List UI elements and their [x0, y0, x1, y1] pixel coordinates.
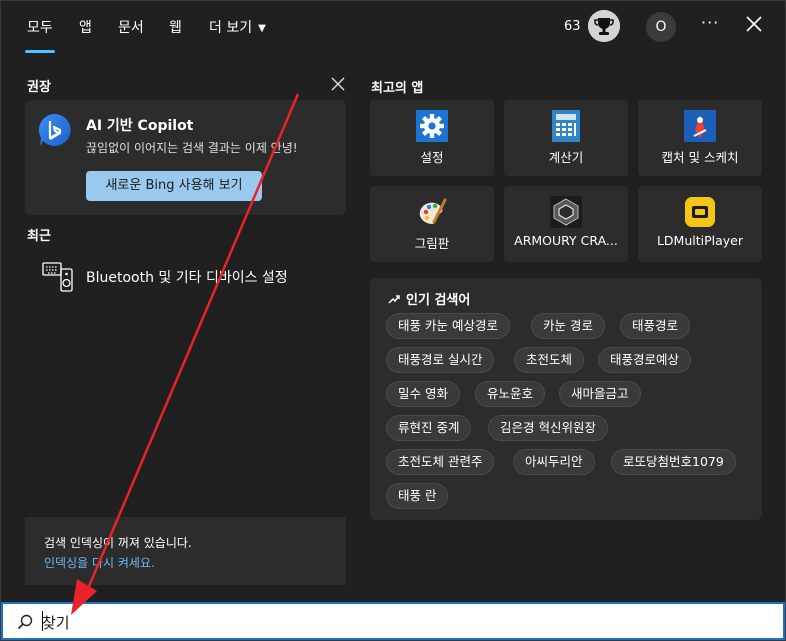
avatar[interactable]: O [646, 12, 676, 42]
tab-web-label: 웹 [169, 20, 182, 36]
copilot-title: AI 기반 Copilot [86, 118, 194, 134]
app-tile-calculator[interactable]: 계산기 [504, 100, 628, 176]
app-label: 설정 [420, 150, 444, 165]
copilot-card: AI 기반 Copilot 끊임없이 이어지는 검색 결과는 이제 안녕! 새로… [25, 100, 346, 215]
tab-apps-label: 앱 [79, 20, 92, 36]
trending-chip[interactable]: 태풍 카눈 예상경로 [386, 313, 510, 339]
app-tile-paint[interactable]: 그림판 [370, 186, 494, 262]
more-options-button[interactable]: ··· [701, 13, 719, 32]
trending-chip[interactable]: 태풍경로 [620, 313, 691, 339]
app-tile-settings[interactable]: 설정 [370, 100, 494, 176]
ldmultiplayer-icon [684, 196, 716, 228]
paint-palette-icon [416, 196, 448, 228]
trending-chip[interactable]: 카눈 경로 [531, 313, 605, 339]
indexing-off-banner: 검색 인덱싱이 꺼져 있습니다. 인덱싱을 다시 켜세요. [25, 517, 346, 585]
settings-gear-icon [416, 110, 448, 142]
search-box[interactable]: 찾기 [1, 602, 785, 640]
app-label: ARMOURY CRA... [514, 233, 618, 248]
tab-all[interactable]: 모두 [25, 17, 55, 53]
top-navigation: 모두 앱 문서 웹 더 보기 ▼ 63 O ··· [1, 1, 785, 53]
recent-item-label: Bluetooth 및 기타 디바이스 설정 [86, 270, 288, 286]
tab-more-label: 더 보기 [209, 20, 253, 36]
tab-more[interactable]: 더 보기 ▼ [209, 17, 266, 53]
armoury-crate-icon [550, 196, 582, 228]
rewards-trophy-icon[interactable] [588, 10, 620, 42]
rewards-points: 63 [564, 19, 581, 34]
recent-title: 최근 [27, 229, 51, 244]
tab-all-label: 모두 [27, 20, 53, 36]
trending-chip[interactable]: 유노윤호 [475, 381, 546, 407]
app-tile-ldmultiplayer[interactable]: LDMultiPlayer [638, 186, 762, 262]
keyboard-speaker-icon [41, 259, 75, 293]
copilot-description: 끊임없이 이어지는 검색 결과는 이제 안녕! [86, 141, 298, 155]
try-bing-button[interactable]: 새로운 Bing 사용해 보기 [86, 171, 262, 201]
tab-documents[interactable]: 문서 [118, 17, 144, 53]
close-icon[interactable] [744, 14, 764, 34]
app-label: 계산기 [548, 150, 584, 165]
calculator-icon [550, 110, 582, 142]
app-tile-armoury-crate[interactable]: ARMOURY CRA... [504, 186, 628, 262]
chevron-down-icon: ▼ [258, 23, 266, 34]
trending-chip[interactable]: 태풍경로예상 [598, 347, 692, 373]
trending-chip[interactable]: 초전도체 관련주 [386, 449, 495, 475]
indexing-message: 검색 인덱싱이 꺼져 있습니다. [44, 536, 192, 550]
trending-chip[interactable]: 김은경 혁신위원장 [488, 415, 608, 441]
tab-documents-label: 문서 [118, 20, 144, 36]
avatar-initial: O [655, 19, 667, 35]
trending-chip[interactable]: 류현진 중계 [386, 415, 472, 441]
trending-arrow-icon [388, 293, 400, 308]
tab-web[interactable]: 웹 [169, 17, 182, 53]
trending-title-label: 인기 검색어 [406, 293, 471, 308]
trending-chip[interactable]: 초전도체 [514, 347, 585, 373]
search-icon [17, 614, 33, 630]
enable-indexing-link[interactable]: 인덱싱을 다시 켜세요. [44, 554, 155, 571]
search-window: 모두 앱 문서 웹 더 보기 ▼ 63 O ··· 권장 AI 기반 Copil… [0, 0, 786, 641]
bing-chat-icon [37, 112, 73, 148]
app-label: LDMultiPlayer [656, 233, 744, 248]
trending-chip[interactable]: 아씨두리안 [513, 449, 595, 475]
search-input[interactable]: 찾기 [42, 612, 70, 633]
recommended-title: 권장 [27, 80, 51, 95]
top-apps-title: 최고의 앱 [371, 81, 424, 96]
app-label: 그림판 [414, 236, 450, 251]
more-options-icon: ··· [701, 13, 720, 32]
app-tile-snip-sketch[interactable]: 캡처 및 스케치 [638, 100, 762, 176]
tab-apps[interactable]: 앱 [79, 17, 92, 53]
trending-chip[interactable]: 새마을금고 [559, 381, 641, 407]
trending-chip[interactable]: 태풍 란 [386, 483, 449, 509]
trending-chip[interactable]: 밀수 영화 [386, 381, 460, 407]
app-label: 캡처 및 스케치 [661, 150, 739, 165]
trending-chip[interactable]: 로또당첨번호1079 [611, 449, 736, 475]
recent-item-bluetooth-settings[interactable]: Bluetooth 및 기타 디바이스 설정 [41, 257, 341, 293]
dismiss-recommended-close-icon[interactable] [330, 76, 346, 92]
snip-sketch-icon [684, 110, 716, 142]
trending-chip[interactable]: 태풍경로 실시간 [386, 347, 495, 373]
trending-title: 인기 검색어 [388, 289, 470, 308]
